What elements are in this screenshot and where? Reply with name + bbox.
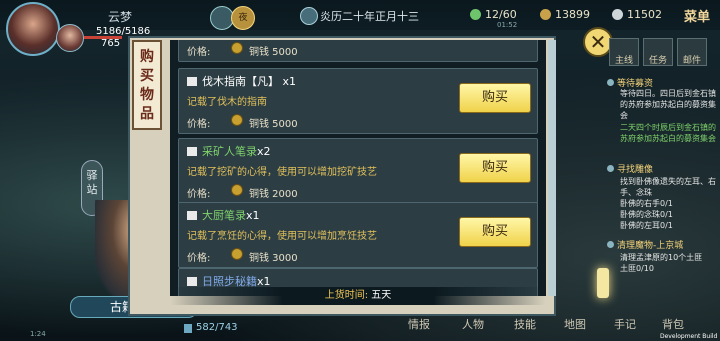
nav-bag[interactable]: 背包 <box>662 316 684 332</box>
nav-skills[interactable]: 技能 <box>514 316 536 332</box>
ping-indicator: 1:24 <box>30 330 46 338</box>
clock-time: 01:52 <box>497 21 518 29</box>
book-icon <box>187 277 197 286</box>
nav-map[interactable]: 地图 <box>564 316 586 332</box>
scrollbar[interactable] <box>548 40 556 296</box>
date-text: 炎历二十年正月十三 <box>320 10 419 23</box>
silver-coin-icon <box>612 9 623 20</box>
companion-avatar[interactable] <box>56 24 84 52</box>
copper-coin-icon <box>231 184 243 196</box>
menu-button[interactable]: 菜单 <box>684 6 710 25</box>
price-label: 价格: <box>187 189 211 200</box>
calendar-icon <box>300 7 318 25</box>
player-name: 云梦 <box>108 10 133 24</box>
item-description: 记载了烹饪的心得，使用可以增加烹饪技艺 <box>187 231 377 242</box>
quest-panel[interactable]: 等待募资 等待四日。四日后到金石镇的苏府参加苏起白的募资集会 二天四个时辰后到金… <box>604 70 716 290</box>
restock-timer: 上货时间: 五天 <box>170 287 546 305</box>
nav-notes[interactable]: 手记 <box>614 316 636 332</box>
silver-counter[interactable]: 11502 <box>612 8 662 21</box>
quest-progress: 卧佛的左耳0/1 <box>620 221 673 230</box>
item-description: 记载了挖矿的心得，使用可以增加挖矿技艺 <box>187 167 377 178</box>
buy-button[interactable]: 购买 <box>459 217 531 247</box>
nav-character[interactable]: 人物 <box>462 316 484 332</box>
shop-item: 采矿人笔录x2 记载了挖矿的心得，使用可以增加挖矿技艺 价格: 铜钱 2000 … <box>178 138 538 204</box>
quest-title[interactable]: 寻找雕像 <box>607 162 653 175</box>
bag-capacity: 582/743 <box>196 322 238 333</box>
quest-progress: 卧佛的念珠0/1 <box>620 210 673 219</box>
player-avatar[interactable] <box>6 2 60 56</box>
item-price: 铜钱 5000 <box>249 119 298 130</box>
item-name: 大厨笔录x1 <box>187 207 260 223</box>
copper-coin-icon <box>231 114 243 126</box>
quest-tabs: 主线 任务 邮件 <box>607 38 717 66</box>
quest-icon <box>607 165 614 172</box>
quest-text: 二天四个时辰后到金石镇的苏府参加苏起白的募资集会 <box>620 123 716 143</box>
price-label: 价格: <box>187 119 211 130</box>
dev-build-label: Development Build <box>660 333 718 340</box>
book-icon <box>187 77 197 86</box>
energy-counter[interactable]: 12/60 <box>470 8 517 21</box>
tab-tasks[interactable]: 任务 <box>643 38 673 66</box>
item-description: 记载了伐木的指南 <box>187 97 267 108</box>
quest-icon <box>607 79 614 86</box>
bottom-nav: 情报 人物 技能 地图 手记 背包 <box>400 316 700 338</box>
buy-button[interactable]: 购买 <box>459 153 531 183</box>
quest-icon <box>607 241 614 248</box>
shop-item: 价格: 铜钱 5000 <box>178 40 538 62</box>
item-price: 铜钱 2000 <box>249 189 298 200</box>
energy-icon <box>470 9 481 20</box>
item-price: 铜钱 5000 <box>249 47 298 58</box>
shop-item-list[interactable]: 价格: 铜钱 5000 伐木指南【凡】 x1 记载了伐木的指南 价格: 铜钱 5… <box>170 40 546 296</box>
shop-title: 购买物品 <box>132 40 162 130</box>
calendar[interactable]: 炎历二十年正月十三 <box>300 5 419 25</box>
copper-coin-icon <box>540 9 551 20</box>
buy-button[interactable]: 购买 <box>459 83 531 113</box>
book-icon <box>187 147 197 156</box>
copper-coin-icon <box>231 248 243 260</box>
shop-item: 伐木指南【凡】 x1 记载了伐木的指南 价格: 铜钱 5000 购买 <box>178 68 538 134</box>
quest-progress: 土匪0/10 <box>620 264 654 273</box>
tab-mail[interactable]: 邮件 <box>677 38 707 66</box>
nav-intel[interactable]: 情报 <box>408 316 430 332</box>
quest-text: 等待四日。四日后到金石镇的苏府参加苏起白的募资集会 <box>620 89 716 120</box>
item-name: 伐木指南【凡】 x1 <box>187 73 296 89</box>
copper-counter[interactable]: 13899 <box>540 8 590 21</box>
quest-title[interactable]: 清理魔物-上京城 <box>607 238 683 251</box>
quest-text: 找到卧佛像遗失的左耳、右手、念珠 <box>620 177 716 197</box>
bag-icon <box>184 324 192 333</box>
quest-text: 清理孟津原的10个土匪 <box>620 253 703 262</box>
item-name: 采矿人笔录x2 <box>187 143 271 159</box>
item-price: 铜钱 3000 <box>249 253 298 264</box>
price-label: 价格: <box>187 47 211 58</box>
quest-progress: 卧佛的右手0/1 <box>620 199 673 208</box>
copper-coin-icon <box>231 42 243 54</box>
tab-main[interactable]: 主线 <box>609 38 639 66</box>
price-label: 价格: <box>187 253 211 264</box>
night-toggle-button[interactable]: 夜 <box>231 6 255 30</box>
player-mp: 765 <box>101 38 121 49</box>
shop-item: 大厨笔录x1 记载了烹饪的心得，使用可以增加烹饪技艺 价格: 铜钱 3000 购… <box>178 202 538 268</box>
book-icon <box>187 211 197 220</box>
